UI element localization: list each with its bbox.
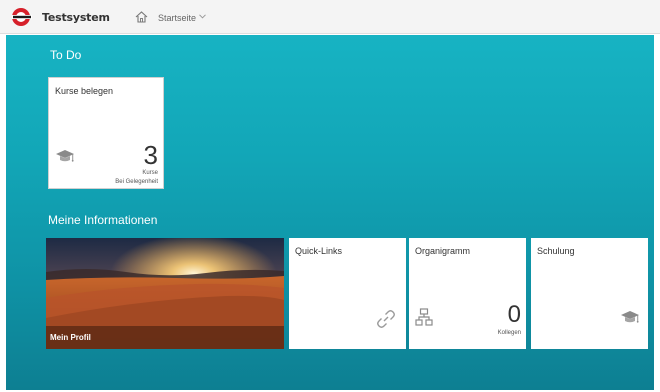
tile-kurse-belegen[interactable]: Kurse belegen 3 Kurse Bei Gelegenheit bbox=[48, 77, 164, 189]
kurse-unit: Kurse bbox=[142, 170, 158, 176]
graduation-cap-icon bbox=[56, 150, 74, 162]
kurse-info: Bei Gelegenheit bbox=[115, 179, 158, 185]
tile-title: Quick-Links bbox=[295, 246, 343, 256]
chevron-down-icon[interactable] bbox=[199, 14, 206, 19]
tile-mein-profil[interactable]: Mein Profil bbox=[46, 238, 284, 349]
tile-organigramm[interactable]: Organigramm 0 Kollegen bbox=[409, 238, 526, 349]
section-title-todo: To Do bbox=[50, 48, 82, 62]
kurse-count: 3 bbox=[143, 140, 158, 170]
org-chart-icon bbox=[415, 308, 433, 326]
app-title: Testsystem bbox=[42, 11, 110, 24]
section-title-info: Meine Informationen bbox=[48, 213, 158, 227]
profil-label: Mein Profil bbox=[50, 333, 91, 342]
logo-icon[interactable] bbox=[10, 7, 34, 27]
kollegen-unit: Kollegen bbox=[497, 330, 521, 336]
tile-title: Organigramm bbox=[415, 246, 471, 256]
tile-title: Schulung bbox=[537, 246, 575, 256]
home-icon[interactable] bbox=[135, 11, 148, 23]
top-bar: Testsystem Startseite bbox=[0, 0, 660, 34]
link-icon bbox=[377, 310, 395, 328]
graduation-cap-icon bbox=[621, 311, 639, 323]
tile-schulung[interactable]: Schulung bbox=[531, 238, 648, 349]
kollegen-count: 0 bbox=[507, 301, 521, 328]
tile-quick-links[interactable]: Quick-Links bbox=[289, 238, 406, 349]
nav-startseite[interactable]: Startseite bbox=[158, 13, 196, 23]
home-stage: To Do Kurse belegen 3 Kurse Bei Gelegenh… bbox=[6, 35, 654, 390]
tile-title: Kurse belegen bbox=[55, 86, 114, 96]
